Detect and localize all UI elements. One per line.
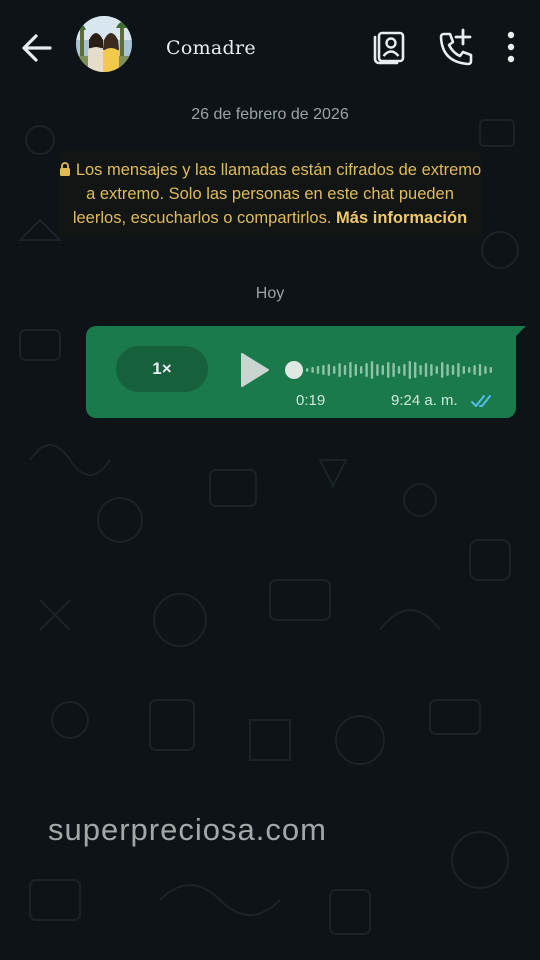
- voice-duration: 0:19: [296, 392, 326, 409]
- waveform-bar: [338, 363, 341, 377]
- add-call-icon[interactable]: [434, 26, 476, 68]
- waveform-bar: [322, 365, 325, 375]
- more-options-icon[interactable]: [490, 26, 532, 68]
- waveform-bar: [457, 363, 460, 377]
- waveform-bar: [451, 365, 455, 375]
- waveform-bar: [311, 367, 314, 373]
- waveform-bar: [489, 367, 492, 373]
- audio-waveform[interactable]: [284, 356, 494, 384]
- waveform-bar: [473, 365, 476, 375]
- avatar[interactable]: [76, 16, 132, 72]
- lock-icon: [59, 162, 70, 176]
- waveform-bar: [424, 363, 428, 377]
- waveform-bar: [306, 368, 309, 372]
- day-separator: Hoy: [255, 285, 285, 302]
- waveform-bar: [365, 363, 368, 377]
- waveform-bar: [430, 364, 433, 376]
- contact-card-icon[interactable]: [370, 26, 412, 68]
- waveform-bar: [403, 364, 406, 376]
- avatar-photo: [76, 16, 132, 72]
- waveform-bar: [387, 362, 390, 378]
- waveform-bar: [370, 361, 374, 379]
- message-time: 9:24 a. m.: [391, 392, 458, 409]
- waveform-bar: [354, 364, 357, 376]
- waveform-bar: [397, 366, 401, 374]
- voice-message-bubble[interactable]: 1× 0:19 9:24 a. m.: [86, 326, 526, 418]
- waveform-bar: [392, 363, 395, 377]
- waveform-bar: [408, 361, 411, 379]
- waveform-bar: [349, 362, 352, 378]
- waveform-bar: [333, 366, 336, 374]
- waveform-bar: [327, 364, 330, 376]
- waveform-bar: [316, 366, 320, 374]
- contact-name[interactable]: Comadre: [166, 37, 256, 59]
- waveform-bar: [435, 366, 438, 374]
- back-arrow-icon[interactable]: [16, 28, 60, 68]
- chat-screen: Comadre 26 de febrero de 2026 Los mensaj…: [0, 0, 540, 960]
- read-receipt-icon: [471, 395, 491, 407]
- waveform-bar: [468, 367, 471, 373]
- playback-speed-button[interactable]: 1×: [116, 346, 208, 392]
- waveform-bar: [484, 366, 487, 374]
- waveform-bar: [441, 362, 444, 378]
- date-separator: 26 de febrero de 2026: [191, 106, 349, 123]
- play-icon[interactable]: [236, 350, 272, 390]
- waveform-bar: [419, 365, 422, 375]
- bubble-tail: [514, 326, 526, 338]
- waveform-bar: [478, 364, 482, 376]
- encryption-notice[interactable]: Los mensajes y las llamadas están cifrad…: [58, 150, 482, 238]
- waveform-scrubber: [285, 361, 303, 379]
- waveform-bar: [462, 366, 465, 374]
- waveform-bar: [376, 364, 379, 376]
- waveform-bar: [414, 362, 417, 378]
- waveform-bar: [360, 366, 363, 374]
- waveform-bar: [446, 364, 449, 376]
- waveform-bar: [381, 365, 384, 375]
- more-info-link[interactable]: Más información: [336, 209, 467, 227]
- chat-header: Comadre: [0, 0, 540, 92]
- watermark: superpreciosa.com: [48, 812, 327, 847]
- waveform-bar: [343, 365, 347, 375]
